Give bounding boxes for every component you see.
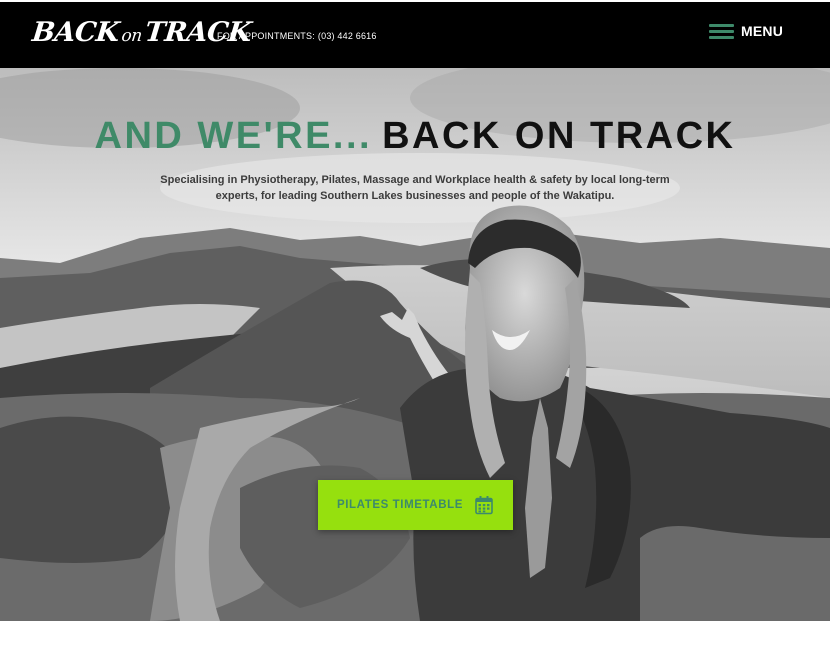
appointments-info: FOR APPOINTMENTS: (03) 442 6616 [217,29,377,43]
menu-button[interactable]: MENU [709,22,783,40]
headline-main: BACK ON TRACK [382,115,736,157]
hero-section: AND WE'RE... BACK ON TRACK Specialising i… [0,68,830,621]
hamburger-icon [709,22,734,40]
headline-accent: AND WE'RE... [94,115,373,157]
logo-text-back: BACK [30,17,121,48]
appointments-phone[interactable]: (03) 442 6616 [318,31,377,41]
logo-text-on: on [120,26,143,46]
site-header: BACKonTRACK FOR APPOINTMENTS: (03) 442 66… [0,0,830,68]
pilates-timetable-button[interactable]: PILATES TIMETABLE [318,480,513,530]
cta-label: PILATES TIMETABLE [336,499,464,511]
hero-headline: AND WE'RE... BACK ON TRACK [0,114,830,158]
menu-label: MENU [741,23,784,39]
page-bottom-band [0,621,830,652]
appointments-label: FOR APPOINTMENTS: [217,31,315,41]
hero-subline: Specialising in Physiotherapy, Pilates, … [160,174,670,202]
calendar-icon [475,496,493,515]
